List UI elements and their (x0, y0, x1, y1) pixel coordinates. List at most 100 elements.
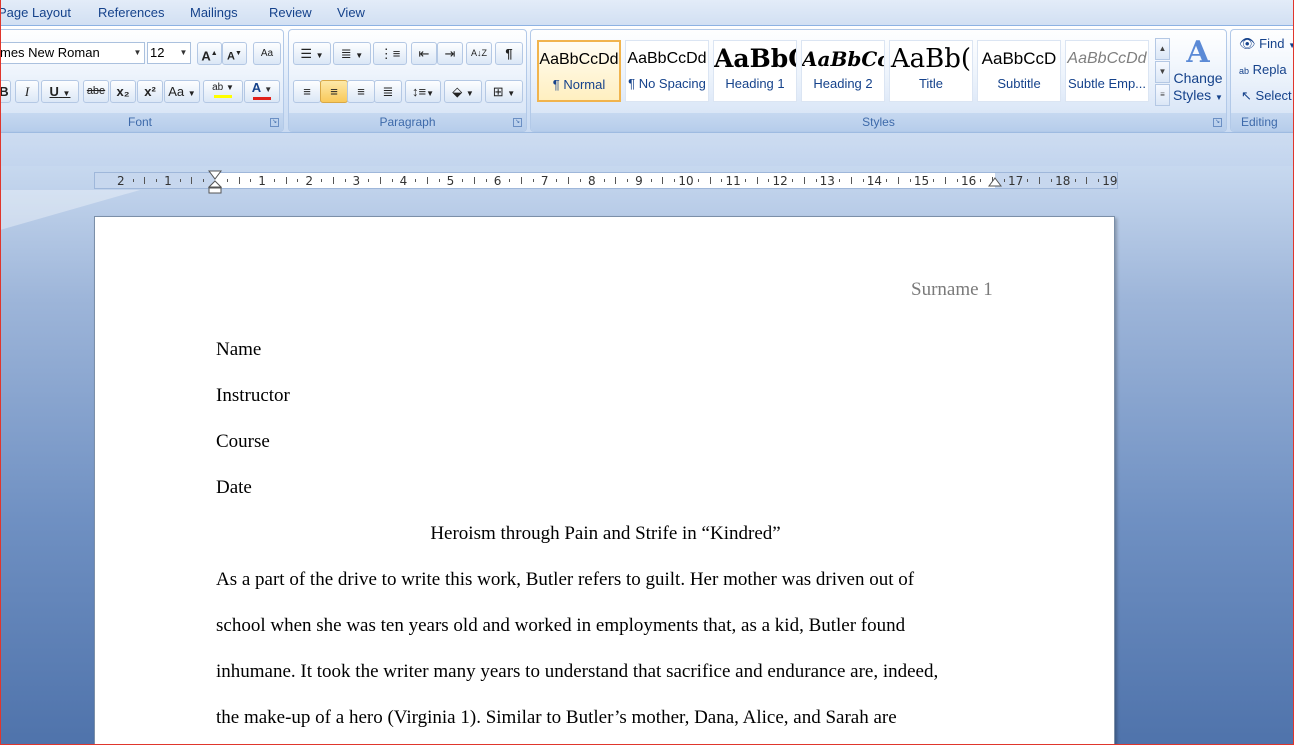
styles-dialog-launcher[interactable]: ↘ (1213, 118, 1222, 127)
justify-button[interactable]: ≣ (374, 80, 402, 103)
subscript-icon: x₂ (116, 84, 130, 99)
replace-button[interactable]: ab Repla (1239, 62, 1287, 77)
bold-button[interactable]: B (0, 80, 11, 103)
style-title[interactable]: AaBb(Title (889, 40, 973, 102)
ruler-tick (909, 179, 911, 182)
style-normal[interactable]: AaBbCcDd ¶ Normal (537, 40, 621, 102)
tab-references[interactable]: References (98, 5, 164, 20)
find-button[interactable]: 👁 Find ▼ (1239, 36, 1294, 52)
style-name: ¶ Normal (552, 77, 606, 92)
style-no-spacing[interactable]: AaBbCcDd ¶ No Spacing (625, 40, 709, 102)
ruler-tick (438, 179, 440, 182)
font-dialog-launcher[interactable]: ↘ (270, 118, 279, 127)
document-title[interactable]: Heroism through Pain and Strife in “Kind… (95, 523, 1114, 545)
chevron-down-icon[interactable]: ▼ (177, 43, 190, 63)
align-left-button[interactable]: ≡ (293, 80, 321, 103)
replace-icon: ab (1239, 66, 1250, 76)
decrease-indent-button[interactable]: ⇤ (411, 42, 437, 65)
font-color-button[interactable]: A ▼ (244, 80, 280, 103)
paragraph-dialog-launcher[interactable]: ↘ (513, 118, 522, 127)
change-styles-label-2: Styles (1173, 87, 1212, 103)
multilevel-list-button[interactable]: ⋮≡ (373, 42, 407, 65)
ruler-half-tick (521, 177, 523, 184)
italic-button[interactable]: I (15, 80, 39, 103)
shrink-font-button[interactable]: A▼ (222, 42, 247, 65)
subscript-button[interactable]: x₂ (110, 80, 136, 103)
numbering-button[interactable]: ≣ ▼ (333, 42, 371, 65)
indent-marker-icon[interactable] (208, 170, 222, 194)
ruler-tick (650, 179, 652, 182)
style-subtitle[interactable]: AaBbCcD Subtitle (977, 40, 1061, 102)
bullets-button[interactable]: ☰ ▼ (293, 42, 331, 65)
ruler-band (0, 133, 1294, 166)
date-line[interactable]: Date (216, 477, 252, 499)
document-page[interactable]: Surname 1 Name Instructor Course Date He… (94, 216, 1115, 745)
body-line[interactable]: inhumane. It took the writer many years … (216, 661, 938, 683)
increase-indent-button[interactable]: ⇥ (437, 42, 463, 65)
style-name: Heading 1 (725, 76, 785, 91)
change-styles-button[interactable]: A Change Styles ▼ (1171, 36, 1225, 108)
instructor-line[interactable]: Instructor (216, 385, 290, 407)
ruler-number: 3 (352, 174, 361, 188)
change-case-button[interactable]: Aa ▼ (164, 80, 200, 103)
gallery-more-button[interactable]: ≡ (1155, 84, 1170, 106)
body-line[interactable]: the make-up of a hero (Virginia 1). Simi… (216, 707, 897, 729)
style-name: Subtle Emp... (1067, 76, 1147, 91)
highlighter-icon: ab (212, 82, 224, 93)
ruler-tick (226, 179, 228, 182)
course-line[interactable]: Course (216, 431, 270, 453)
show-hide-button[interactable]: ¶ (495, 42, 523, 65)
student-name-line[interactable]: Name (216, 339, 261, 361)
underline-button[interactable]: U ▼ (41, 80, 79, 103)
font-color-bar (253, 97, 271, 100)
body-line[interactable]: As a part of the drive to write this wor… (216, 569, 914, 591)
clear-formatting-button[interactable]: Aa (253, 42, 281, 65)
font-name-combo[interactable]: mes New Roman ▼ (0, 42, 145, 64)
horizontal-ruler[interactable]: 2 1 1 2 3 4 5 6 7 8 9 10 11 12 13 14 15 16 17 18 19 (94, 170, 1118, 194)
ruler-tick (580, 179, 582, 182)
shading-button[interactable]: ⬙ ▼ (444, 80, 482, 103)
chevron-down-icon[interactable]: ▼ (131, 43, 144, 63)
gallery-scroll-down[interactable]: ▼ (1155, 61, 1170, 83)
ruler-number: 1 (164, 174, 172, 188)
change-case-icon: Aa (168, 84, 185, 99)
right-indent-marker-icon[interactable] (988, 176, 1002, 190)
ruler-half-tick (803, 177, 805, 184)
sort-button[interactable]: A↓Z (466, 42, 492, 65)
gallery-scroll-up[interactable]: ▲ (1155, 38, 1170, 60)
ruler-tick (1074, 179, 1076, 182)
ruler-tick (320, 179, 322, 182)
borders-button[interactable]: ⊞ ▼ (485, 80, 523, 103)
ruler-half-tick (144, 177, 146, 184)
style-heading-2[interactable]: AaBbCc Heading 2 (801, 40, 885, 102)
body-line[interactable]: school when she was ten years old and wo… (216, 615, 905, 637)
font-color-icon: A (251, 80, 261, 95)
ruler-half-tick (332, 177, 334, 184)
replace-label: Repla (1252, 62, 1287, 77)
align-center-button[interactable]: ≡ (320, 80, 348, 103)
line-spacing-button[interactable]: ↕≡▼ (405, 80, 441, 103)
left-margin-area (95, 173, 215, 188)
strikethrough-button[interactable]: abe (83, 80, 109, 103)
ruler-number: 1 (258, 174, 266, 188)
ruler-half-tick (615, 177, 617, 184)
font-size-combo[interactable]: 12 ▼ (147, 42, 191, 64)
ruler-number: 18 (1055, 174, 1071, 188)
grow-font-button[interactable]: A▲ (197, 42, 222, 65)
font-group: mes New Roman ▼ 12 ▼ A▲ A▼ Aa B I U ▼ ab… (0, 29, 284, 132)
tab-page-layout[interactable]: Page Layout (0, 5, 71, 20)
style-heading-1[interactable]: AaBbC Heading 1 (713, 40, 797, 102)
find-label: Find (1259, 36, 1285, 51)
paragraph-group-label: Paragraph (289, 113, 526, 131)
highlight-button[interactable]: ab ▼ (203, 80, 243, 103)
superscript-button[interactable]: x² (137, 80, 163, 103)
ruler-tick (768, 179, 770, 182)
tab-view[interactable]: View (337, 5, 365, 20)
tab-mailings[interactable]: Mailings (190, 5, 238, 20)
ruler-tick (674, 179, 676, 182)
style-subtle-emphasis[interactable]: AaBbCcDd Subtle Emp... (1065, 40, 1149, 102)
select-button[interactable]: ↖ Select (1241, 88, 1292, 104)
font-group-label: Font (0, 113, 283, 131)
tab-review[interactable]: Review (269, 5, 312, 20)
align-right-button[interactable]: ≡ (347, 80, 375, 103)
